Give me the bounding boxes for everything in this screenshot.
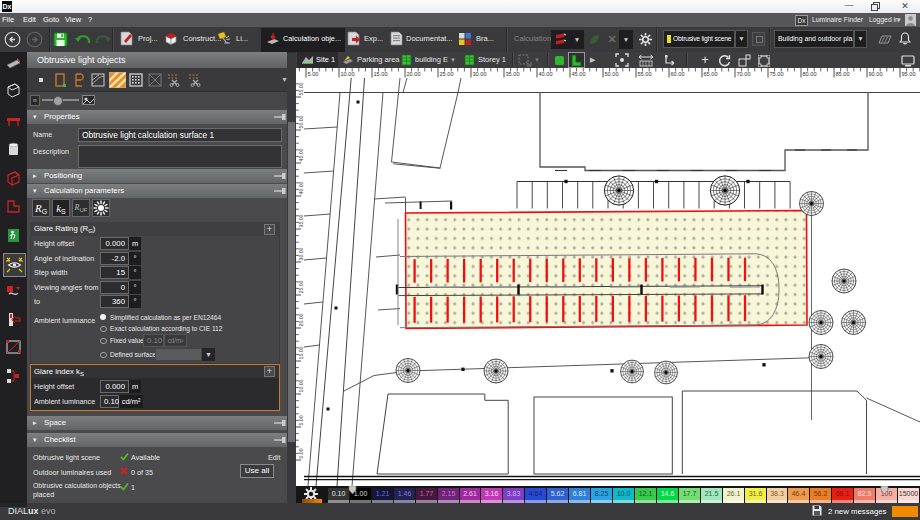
svg-text:45.00: 45.00 (572, 71, 586, 77)
svg-text:70.00: 70.00 (737, 71, 751, 77)
svg-text:40.00: 40.00 (298, 181, 304, 194)
svg-text:15.00: 15.00 (374, 71, 388, 77)
svg-text:90.00: 90.00 (869, 71, 883, 77)
svg-text:10.00: 10.00 (341, 71, 355, 77)
svg-text:50.00: 50.00 (605, 71, 619, 77)
svg-text:45.00: 45.00 (298, 148, 304, 161)
svg-text:20.00: 20.00 (298, 313, 304, 326)
svg-text:85.00: 85.00 (836, 71, 850, 77)
svg-text:35.00: 35.00 (506, 71, 520, 77)
svg-text:50.00: 50.00 (298, 115, 304, 128)
svg-text:5.00: 5.00 (308, 71, 319, 77)
svg-text:55.00: 55.00 (298, 82, 304, 95)
svg-text:95.00: 95.00 (902, 71, 916, 77)
svg-text:65.00: 65.00 (704, 71, 718, 77)
svg-text:15.00: 15.00 (298, 346, 304, 359)
svg-text:10.00: 10.00 (298, 379, 304, 392)
svg-text:75.00: 75.00 (770, 71, 784, 77)
svg-text:60.00: 60.00 (671, 71, 685, 77)
svg-text:25.00: 25.00 (440, 71, 454, 77)
svg-text:55.00: 55.00 (638, 71, 652, 77)
svg-text:30.00: 30.00 (298, 247, 304, 260)
svg-text:25.00: 25.00 (298, 280, 304, 293)
svg-text:20.00: 20.00 (407, 71, 421, 77)
svg-text:40.00: 40.00 (539, 71, 553, 77)
svg-text:80.00: 80.00 (803, 71, 817, 77)
svg-text:30.00: 30.00 (473, 71, 487, 77)
svg-text:35.00: 35.00 (298, 214, 304, 227)
